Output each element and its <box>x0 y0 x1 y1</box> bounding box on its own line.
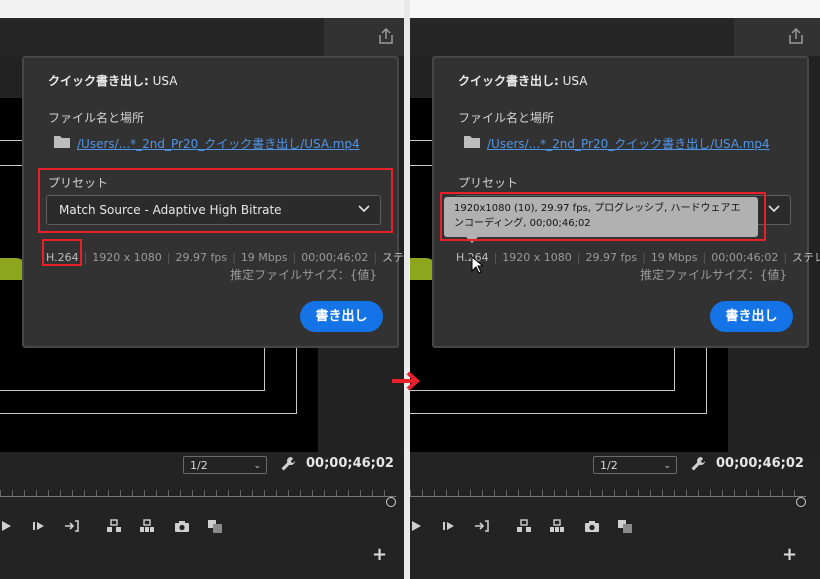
share-icon[interactable] <box>376 26 396 46</box>
export-info: H.264|1920 x 1080|29.97 fps|19 Mbps|00;0… <box>456 249 820 265</box>
dialog-title-label: クイック書き出し: <box>458 74 559 88</box>
file-path-link[interactable]: /Users/...*_2nd_Pr20_クイック書き出し/USA.mp4 <box>77 135 360 152</box>
cursor-icon <box>471 256 483 274</box>
dialog-title: クイック書き出し: USA <box>48 72 177 89</box>
go-to-out-icon[interactable] <box>64 518 80 534</box>
resolution-value: 1/2 <box>190 459 208 472</box>
chevron-down-icon <box>768 205 780 213</box>
time-ruler[interactable] <box>410 496 806 497</box>
dialog-title-label: クイック書き出し: <box>48 74 149 88</box>
play-icon[interactable] <box>0 518 16 534</box>
timecode[interactable]: 00;00;46;02 <box>306 456 394 471</box>
lift-icon[interactable] <box>516 518 532 534</box>
add-icon[interactable]: + <box>782 544 797 565</box>
wrench-icon[interactable] <box>280 456 296 472</box>
resolution-select[interactable]: 1/2 ⌄ <box>593 456 677 474</box>
share-icon[interactable] <box>786 26 806 46</box>
wrench-icon[interactable] <box>690 456 706 472</box>
codec-highlight <box>42 239 82 266</box>
right-panel: 1/2 ⌄ 00;00;46;02 + クイック書き出し: USA ファイル名と場… <box>410 0 820 579</box>
resolution-value: 1/2 <box>600 459 618 472</box>
time-ruler[interactable] <box>0 496 396 497</box>
estimated-file-size: 推定ファイルサイズ：{値} <box>640 268 787 282</box>
fps-info: 29.97 fps <box>585 251 638 264</box>
compare-icon[interactable] <box>617 518 633 534</box>
step-forward-icon[interactable] <box>31 518 47 534</box>
extract-icon[interactable] <box>139 518 155 534</box>
camera-icon[interactable] <box>584 518 600 534</box>
estimated-file-size: 推定ファイルサイズ：{値} <box>230 268 377 282</box>
chevron-down-icon: ⌄ <box>663 461 671 471</box>
duration-info: 00;00;46;02 <box>711 251 779 264</box>
playhead[interactable] <box>386 497 396 507</box>
fps-info: 29.97 fps <box>175 251 228 264</box>
preset-highlight <box>38 168 393 233</box>
bitrate-info: 19 Mbps <box>650 251 698 264</box>
top-strip <box>410 0 820 18</box>
export-button[interactable]: 書き出し <box>710 301 793 332</box>
timecode[interactable]: 00;00;46;02 <box>716 456 804 471</box>
dialog-title-name: USA <box>562 74 588 88</box>
play-icon[interactable] <box>410 518 426 534</box>
file-label: ファイル名と場所 <box>48 111 145 125</box>
resolution-select[interactable]: 1/2 ⌄ <box>183 456 267 474</box>
playhead[interactable] <box>796 497 806 507</box>
audio-info: ステレオ <box>792 251 820 264</box>
resolution-info: 1920 x 1080 <box>502 251 572 264</box>
go-to-out-icon[interactable] <box>474 518 490 534</box>
preset-label: プリセット <box>458 176 519 190</box>
title-bar-dark <box>0 18 324 56</box>
file-path-link[interactable]: /Users/...*_2nd_Pr20_クイック書き出し/USA.mp4 <box>487 135 770 152</box>
dialog-title: クイック書き出し: USA <box>458 72 587 89</box>
step-forward-icon[interactable] <box>441 518 457 534</box>
tooltip-highlight <box>440 192 766 241</box>
title-bar-dark <box>410 18 734 56</box>
extract-icon[interactable] <box>549 518 565 534</box>
compare-icon[interactable] <box>207 518 223 534</box>
file-label: ファイル名と場所 <box>458 111 555 125</box>
resolution-info: 1920 x 1080 <box>92 251 162 264</box>
lift-icon[interactable] <box>106 518 122 534</box>
chevron-down-icon: ⌄ <box>253 461 261 471</box>
left-panel: 1/2 ⌄ 00;00;46;02 + クイック書き出し: USA ファイル名と場… <box>0 0 410 579</box>
export-info: H.264|1920 x 1080|29.97 fps|19 Mbps|00;0… <box>46 249 410 265</box>
duration-info: 00;00;46;02 <box>301 251 369 264</box>
camera-icon[interactable] <box>174 518 190 534</box>
export-button[interactable]: 書き出し <box>300 301 383 332</box>
arrow-right-icon <box>392 371 421 391</box>
top-strip <box>0 0 410 18</box>
folder-icon[interactable] <box>54 135 70 148</box>
dialog-title-name: USA <box>152 74 178 88</box>
add-icon[interactable]: + <box>372 544 387 565</box>
bitrate-info: 19 Mbps <box>240 251 288 264</box>
folder-icon[interactable] <box>464 135 480 148</box>
